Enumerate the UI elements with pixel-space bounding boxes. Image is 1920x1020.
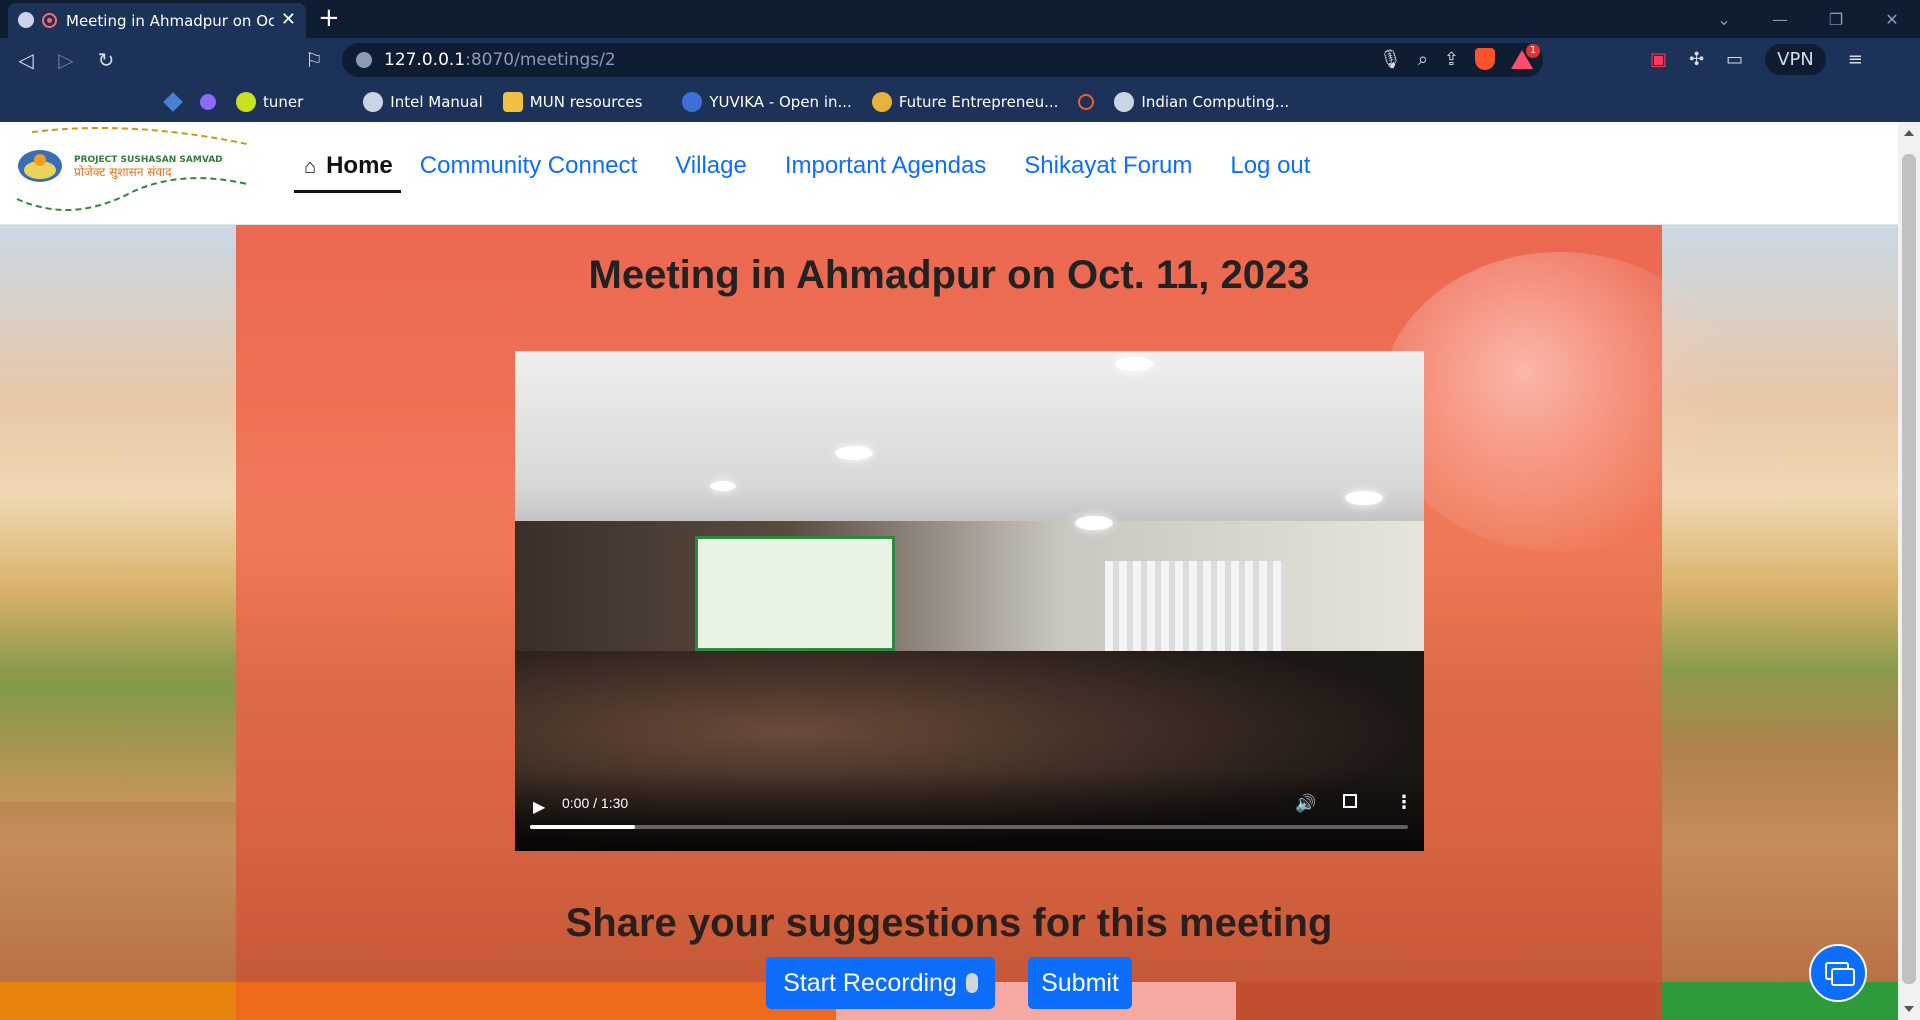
close-tab-icon[interactable]: ✕ xyxy=(281,9,296,30)
bookmark-diamond-icon[interactable] xyxy=(163,92,183,112)
tab-search-icon[interactable]: ⌄ xyxy=(1696,10,1752,29)
restore-icon[interactable]: ❐ xyxy=(1808,10,1864,29)
browser-toolbar: ◁ ▷ ↻ ⚐ 127.0.0.1:8070/meetings/2 🎙 ⌕ ⇪ … xyxy=(0,38,1920,82)
start-recording-button[interactable]: Start Recording xyxy=(766,957,995,1009)
bookmark-indian-computing[interactable]: Indian Computing... xyxy=(1114,92,1289,112)
more-options-icon[interactable]: ⋮ xyxy=(1395,792,1413,813)
nav-community-connect[interactable]: Community Connect xyxy=(401,142,656,193)
vpn-button[interactable]: VPN xyxy=(1765,44,1826,75)
bookmark-mun-resources[interactable]: MUN resources xyxy=(502,92,642,112)
microphone-icon xyxy=(965,973,978,993)
logo-english-text: PROJECT SUSHASAN SAMVAD xyxy=(74,155,223,165)
forward-icon[interactable]: ▷ xyxy=(52,46,80,74)
brave-shields-icon[interactable] xyxy=(1475,48,1495,70)
volume-icon[interactable]: 🔊 xyxy=(1295,794,1316,814)
bookmark-intel-manual[interactable]: Intel Manual xyxy=(363,92,483,112)
nav-important-agendas[interactable]: Important Agendas xyxy=(766,142,1005,193)
globe-icon xyxy=(18,12,34,28)
browser-tab[interactable]: Meeting in Ahmadpur on Oct. 11, 2023 ✕ xyxy=(8,3,306,38)
web-page: PROJECT SUSHASAN SAMVAD प्रोजेक्ट सुशासन… xyxy=(0,122,1898,1020)
suggestions-heading: Share your suggestions for this meeting xyxy=(565,901,1333,945)
share-icon[interactable]: ⇪ xyxy=(1444,49,1459,70)
recording-indicator-icon xyxy=(42,13,57,28)
bookmark-future-entrepreneur[interactable]: Future Entrepreneu... xyxy=(871,92,1058,112)
menu-icon[interactable]: ≡ xyxy=(1848,49,1863,70)
extensions-puzzle-icon[interactable]: ✣ xyxy=(1689,49,1704,70)
scroll-up-icon[interactable] xyxy=(1904,130,1914,136)
video-frame xyxy=(515,351,1424,541)
nav-village[interactable]: Village xyxy=(656,142,766,193)
tab-title: Meeting in Ahmadpur on Oct. 11, 2023 xyxy=(66,12,274,30)
nav-logout[interactable]: Log out xyxy=(1211,142,1329,193)
bookmark-tuner[interactable]: tuner xyxy=(236,92,303,112)
window-controls: ⌄ — ❐ ✕ xyxy=(1696,0,1920,38)
meeting-video-player[interactable]: ▶ 0:00 / 1:30 🔊 ⋮ xyxy=(515,351,1424,851)
video-progress-fill xyxy=(530,825,636,829)
back-icon[interactable]: ◁ xyxy=(12,46,40,74)
site-info-icon[interactable] xyxy=(356,52,372,68)
fullscreen-icon[interactable] xyxy=(1343,794,1357,808)
video-progress-bar[interactable] xyxy=(530,825,1408,829)
play-icon[interactable]: ▶ xyxy=(533,797,545,816)
flame-icon[interactable] xyxy=(1078,94,1095,110)
chat-button[interactable] xyxy=(1809,944,1867,1002)
site-logo[interactable]: PROJECT SUSHASAN SAMVAD प्रोजेक्ट सुशासन… xyxy=(12,124,252,214)
submit-button[interactable]: Submit xyxy=(1028,957,1132,1009)
browser-tab-bar: Meeting in Ahmadpur on Oct. 11, 2023 ✕ +… xyxy=(0,0,1920,38)
page-scrollbar[interactable] xyxy=(1898,122,1920,1020)
bookmarks-bar: tuner Intel Manual MUN resources YUVIKA … xyxy=(0,82,1920,122)
address-bar[interactable]: 127.0.0.1:8070/meetings/2 🎙 ⌕ ⇪ xyxy=(342,43,1543,77)
action-buttons: Start Recording Submit xyxy=(0,957,1898,1013)
zoom-icon[interactable]: ⌕ xyxy=(1418,49,1428,70)
bookmark-yuvika[interactable]: YUVIKA - Open in... xyxy=(682,92,852,112)
nav-shikayat-forum[interactable]: Shikayat Forum xyxy=(1005,142,1211,193)
wallet-icon[interactable]: ▭ xyxy=(1726,49,1743,70)
logo-hindi-text: प्रोजेक्ट सुशासन संवाद xyxy=(74,165,172,180)
scroll-down-icon[interactable] xyxy=(1904,1006,1914,1012)
bookmark-icon[interactable]: ⚐ xyxy=(300,46,328,74)
meeting-title: Meeting in Ahmadpur on Oct. 11, 2023 xyxy=(588,253,1310,297)
main-nav: ⌂ Home Community Connect Village Importan… xyxy=(294,142,1329,193)
home-icon: ⌂ xyxy=(304,156,317,178)
nav-home[interactable]: ⌂ Home xyxy=(294,142,401,193)
microphone-icon[interactable]: 🎙 xyxy=(1379,49,1402,70)
brave-rewards-icon[interactable] xyxy=(1511,43,1540,69)
video-time: 0:00 / 1:30 xyxy=(562,795,629,811)
extension-icon[interactable]: ▣ xyxy=(1650,49,1667,70)
reload-icon[interactable]: ↻ xyxy=(92,46,120,74)
site-navbar: PROJECT SUSHASAN SAMVAD प्रोजेक्ट सुशासन… xyxy=(0,122,1898,225)
minimize-icon[interactable]: — xyxy=(1752,10,1808,29)
close-window-icon[interactable]: ✕ xyxy=(1864,10,1920,29)
scrollbar-thumb[interactable] xyxy=(1902,154,1916,984)
sparkle-icon[interactable] xyxy=(200,94,216,110)
new-tab-button[interactable]: + xyxy=(318,3,340,33)
url-text[interactable]: 127.0.0.1:8070/meetings/2 xyxy=(384,50,616,70)
background-vegetation xyxy=(0,682,240,802)
video-controls xyxy=(515,771,1424,851)
